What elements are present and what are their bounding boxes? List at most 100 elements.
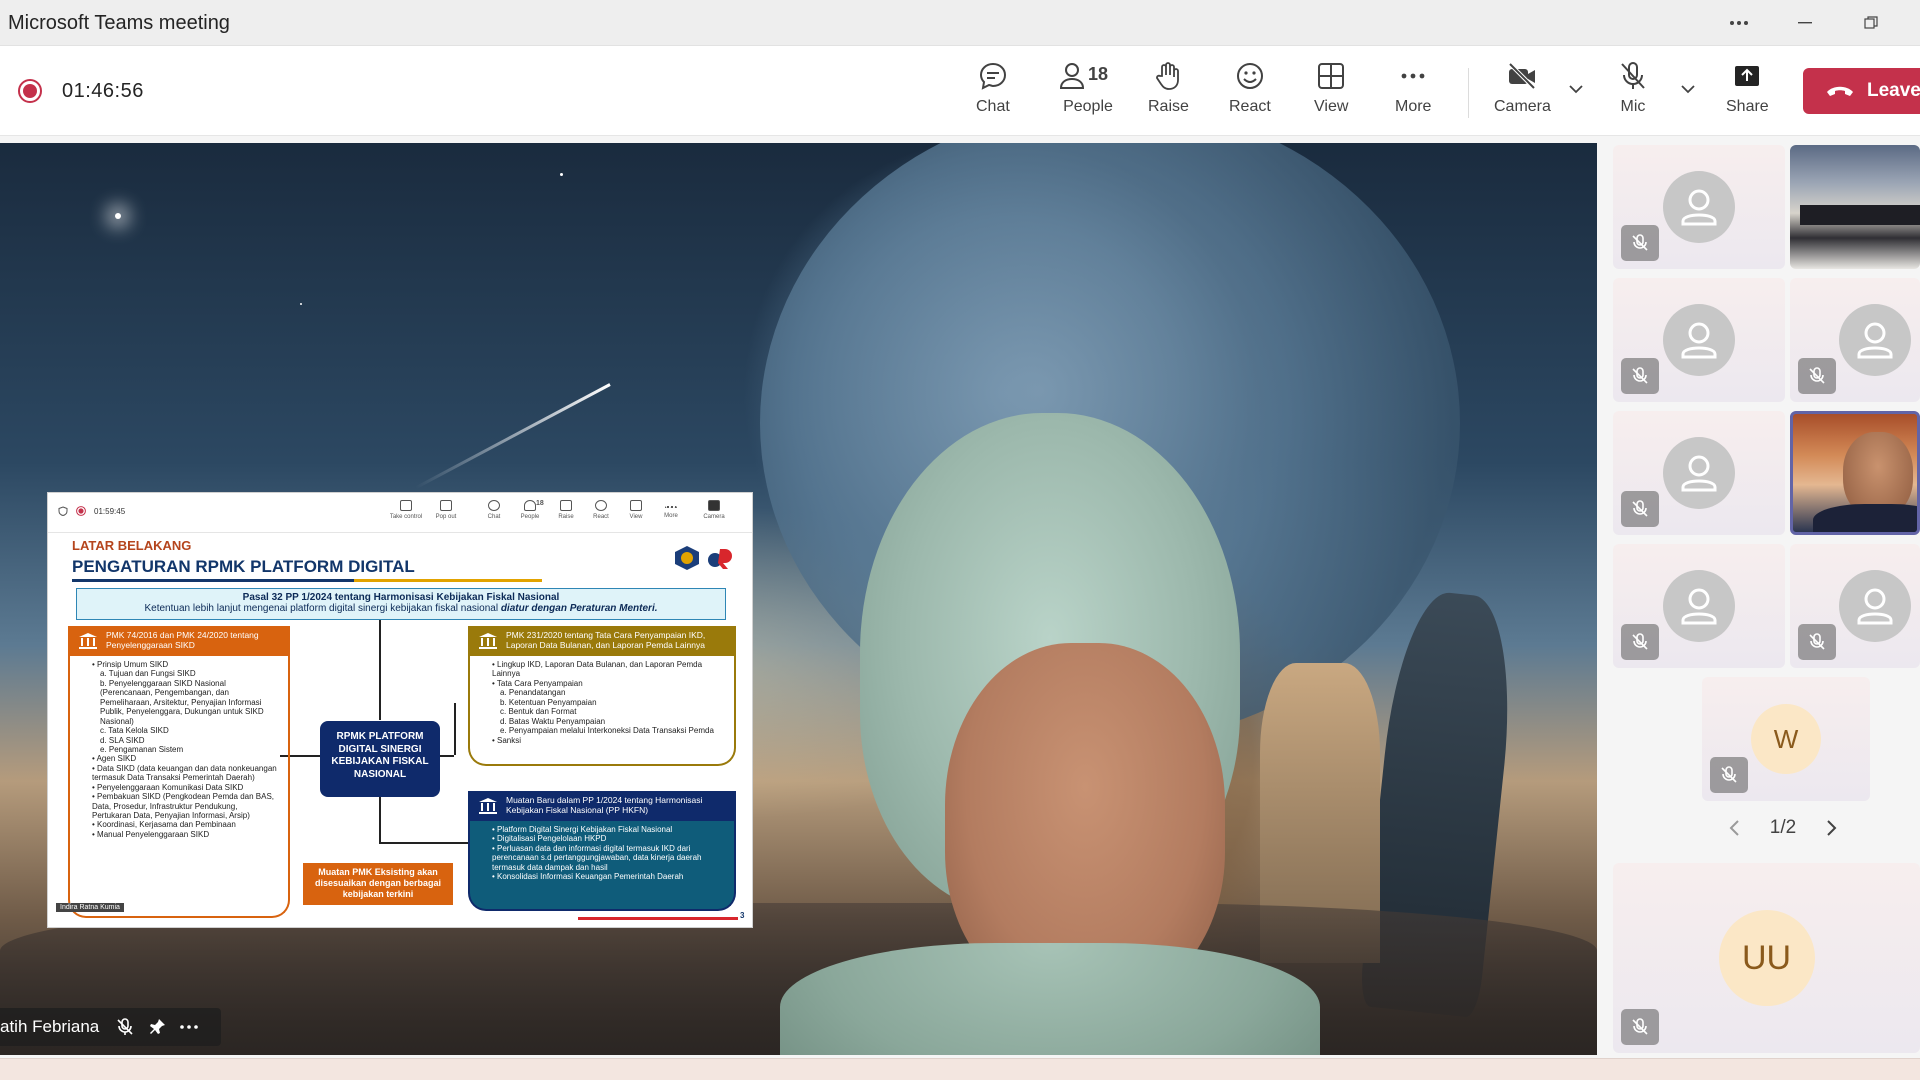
institution-icon (479, 798, 497, 814)
nested-view: View (618, 500, 654, 520)
muted-mic-icon (1621, 225, 1659, 261)
people-icon (1059, 63, 1085, 89)
nested-react: React (583, 500, 619, 520)
leave-button[interactable]: Leave (1803, 68, 1920, 114)
participant-tile[interactable] (1613, 145, 1785, 269)
leave-label: Leave (1867, 80, 1920, 101)
list-item: c. Tata Kelola SIKD (100, 726, 169, 736)
slide-right-top-list: • Lingkup IKD, Laporan Data Bulanan, dan… (470, 656, 734, 749)
window-title: Microsoft Teams meeting (8, 12, 230, 34)
slide-right-bottom-title: Muatan Baru dalam PP 1/2024 tentang Harm… (506, 795, 703, 816)
chat-button[interactable]: Chat (976, 60, 1010, 126)
nested-chat: Chat (476, 500, 512, 520)
list-item: b. Penyelenggaraan SIKD Nasional (Perenc… (100, 678, 264, 726)
share-button[interactable]: Share (1726, 60, 1769, 126)
background-comet (415, 383, 611, 490)
people-button[interactable]: 18 People (1058, 60, 1118, 126)
participant-tile-active-speaker[interactable] (1790, 411, 1920, 535)
camera-options-chevron-icon[interactable] (1565, 78, 1587, 100)
list-item: • Konsolidasi Informasi Keuangan Pemerin… (492, 872, 684, 882)
participant-tile[interactable] (1790, 544, 1920, 668)
list-item: • Tata Cara Penyampaian (492, 678, 583, 688)
slide-section-label: LATAR BELAKANG (72, 538, 192, 553)
list-item: • Koordinasi, Kerjasama dan Pembinaan (92, 820, 236, 830)
list-item: • Manual Penyelenggaraan SIKD (92, 829, 210, 839)
participant-pager: 1/2 (1728, 813, 1838, 843)
mic-label: Mic (1620, 98, 1646, 115)
nested-raise-label: Raise (558, 514, 574, 520)
people-count: 18 (1088, 64, 1109, 84)
slide-banner: Pasal 32 PP 1/2024 tentang Harmonisasi K… (76, 588, 726, 620)
camera-label: Camera (1494, 98, 1551, 115)
participant-initials: UU (1718, 910, 1815, 1006)
nested-pop-out-label: Pop out (435, 514, 457, 520)
video-content (1800, 205, 1920, 225)
participant-tile[interactable] (1613, 544, 1785, 668)
speaker-shirt (1813, 504, 1917, 532)
slide-heading: PENGATURAN RPMK PLATFORM DIGITAL (72, 557, 415, 576)
shared-screen-thumbnail[interactable]: 01:59:45 Take control Pop out Chat Peopl… (47, 492, 753, 928)
institution-icon (479, 633, 497, 649)
default-avatar-icon (1663, 437, 1735, 509)
nested-more: More (653, 500, 689, 519)
mic-button[interactable]: Mic (1617, 60, 1649, 126)
previous-page-icon[interactable] (1728, 819, 1742, 837)
nested-react-label: React (593, 514, 609, 520)
more-options-icon[interactable] (179, 1017, 199, 1037)
list-item: • Perluasan data dan informasi digital t… (492, 843, 702, 872)
slide-center-box: RPMK PLATFORM DIGITAL SINERGI KEBIJAKAN … (320, 721, 440, 797)
list-item: b. Ketentuan Penyampaian (500, 697, 597, 707)
slide-heading-underline (72, 579, 542, 582)
muted-mic-icon (1798, 624, 1836, 660)
participant-tile[interactable] (1613, 411, 1785, 535)
slide-banner-emphasis: diatur dengan Peraturan Menteri. (500, 603, 658, 614)
shield-icon (58, 506, 68, 516)
raise-hand-button[interactable]: Raise (1148, 60, 1189, 126)
meeting-toolbar: 01:46:56 Chat 18 People Raise React View… (0, 46, 1920, 136)
share-icon (1735, 66, 1760, 86)
participant-tile-large[interactable]: UU (1613, 863, 1920, 1053)
minimize-icon[interactable] (1790, 8, 1820, 38)
more-button[interactable]: More (1395, 60, 1431, 126)
slide-connector (379, 797, 381, 843)
background-star (115, 213, 121, 219)
slide-right-top-header: PMK 231/2020 tentang Tata Cara Penyampai… (470, 626, 734, 656)
share-label: Share (1726, 98, 1769, 115)
list-item: • Pembakuan SIKD (Pengkodean Pemda dan B… (92, 792, 275, 820)
nested-pop-out: Pop out (428, 500, 464, 520)
camera-button[interactable]: Camera (1494, 60, 1551, 126)
default-avatar-icon (1839, 304, 1911, 376)
recording-icon (76, 506, 86, 516)
chat-icon (979, 62, 1006, 90)
next-page-icon[interactable] (1824, 819, 1838, 837)
slide-banner-title: Pasal 32 PP 1/2024 tentang Harmonisasi K… (242, 592, 560, 603)
more-label: More (1395, 98, 1432, 115)
list-item: • Platform Digital Sinergi Kebijakan Fis… (492, 825, 673, 834)
list-item: • Lingkup IKD, Laporan Data Bulanan, dan… (492, 660, 703, 679)
mic-options-chevron-icon[interactable] (1677, 78, 1699, 100)
main-participant-name-tag: atih Febriana (0, 1008, 222, 1046)
camera-off-icon (1509, 62, 1536, 90)
hang-up-icon (1827, 86, 1853, 96)
list-item: • Sanksi (492, 735, 522, 745)
more-icon (1401, 73, 1425, 79)
view-button[interactable]: View (1314, 60, 1348, 126)
participant-tile[interactable]: W (1702, 677, 1870, 801)
slide-connector (379, 842, 477, 844)
meeting-timer: 01:46:56 (62, 80, 144, 102)
chat-label: Chat (976, 98, 1010, 115)
restore-icon[interactable] (1856, 8, 1886, 38)
muted-mic-icon (1621, 491, 1659, 527)
more-options-icon[interactable] (1724, 8, 1754, 38)
muted-mic-icon (1621, 1009, 1659, 1045)
slide-orange-note: Muatan PMK Eksisting akan disesuaikan de… (303, 863, 453, 905)
view-label: View (1314, 98, 1349, 115)
participant-tile-video[interactable] (1790, 145, 1920, 269)
slide-right-bottom-list: • Platform Digital Sinergi Kebijakan Fis… (470, 821, 734, 886)
list-item: e. Pengamanan Sistem (100, 744, 184, 754)
react-button[interactable]: React (1229, 60, 1271, 126)
participant-tile[interactable] (1790, 278, 1920, 402)
pin-icon[interactable] (147, 1017, 167, 1037)
nested-raise: Raise (548, 500, 584, 520)
participant-tile[interactable] (1613, 278, 1785, 402)
